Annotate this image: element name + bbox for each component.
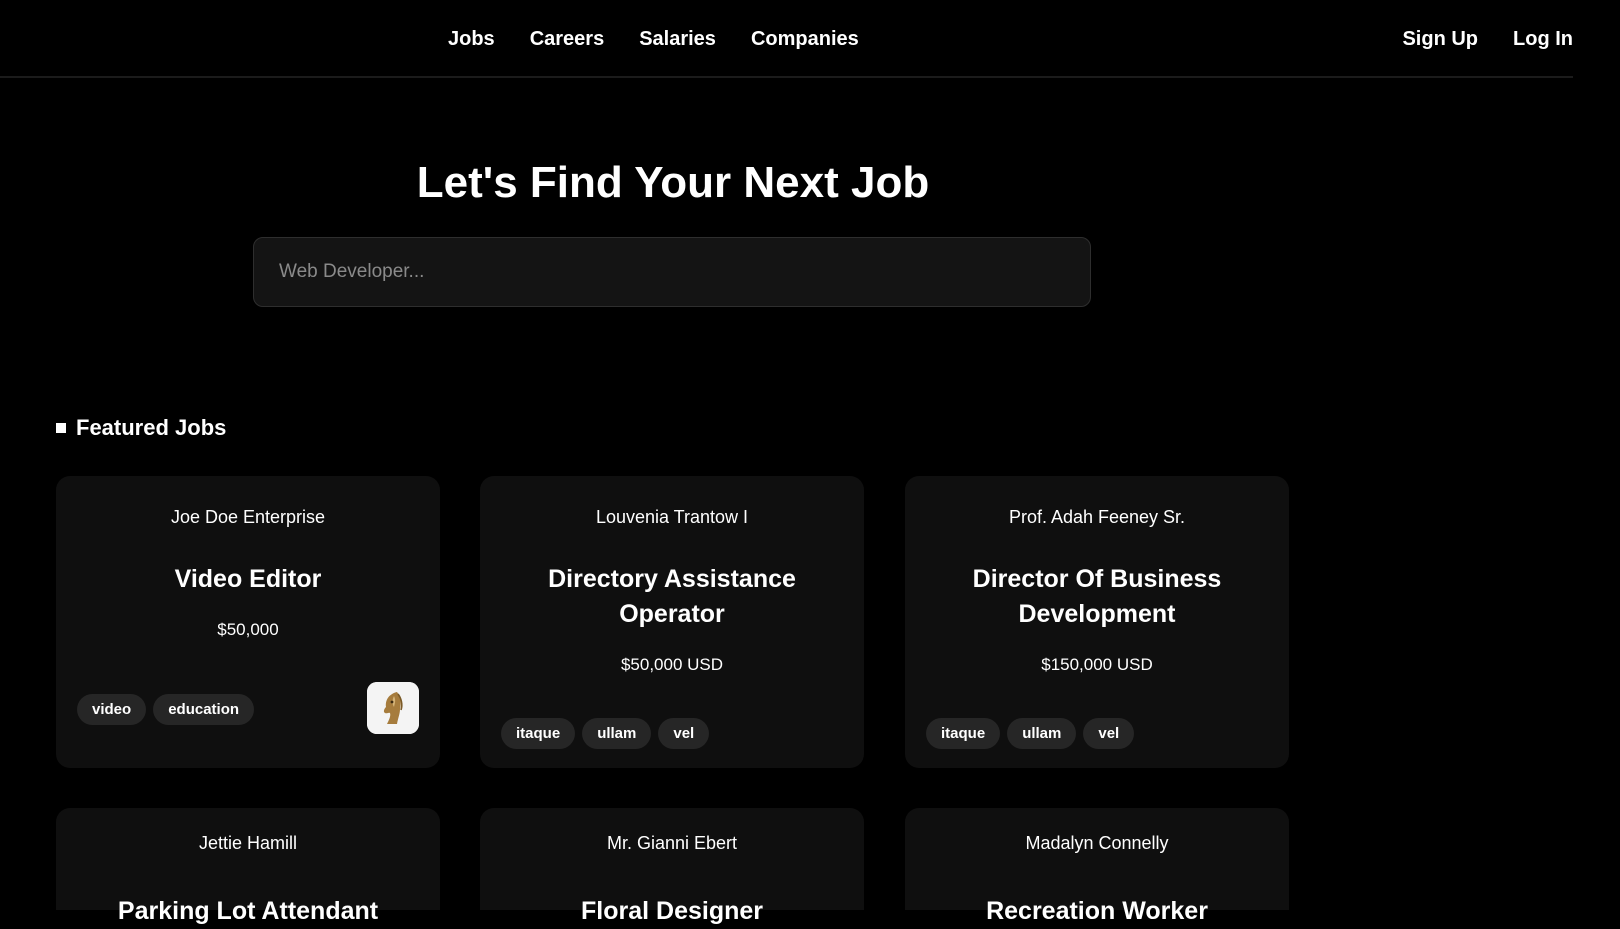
job-card[interactable]: Jettie Hamill Parking Lot Attendant [56, 808, 440, 925]
job-company: Prof. Adah Feeney Sr. [1008, 507, 1186, 527]
job-tag[interactable]: vel [1083, 718, 1135, 749]
job-title: Recreation Worker [986, 897, 1208, 925]
job-tags: itaque ullam vel [926, 718, 1135, 749]
job-tag[interactable]: itaque [501, 718, 576, 749]
job-tag[interactable]: itaque [926, 718, 1001, 749]
square-bullet-icon [56, 423, 66, 433]
main-nav: Jobs Careers Salaries Companies [448, 26, 859, 52]
featured-jobs-label: Featured Jobs [76, 415, 227, 440]
job-card[interactable]: Mr. Gianni Ebert Floral Designer [480, 808, 864, 925]
top-navigation: Jobs Careers Salaries Companies Sign Up … [0, 0, 1573, 78]
company-logo [367, 682, 419, 734]
job-tag[interactable]: vel [658, 718, 710, 749]
nav-link-careers[interactable]: Careers [530, 26, 605, 52]
job-tag[interactable]: video [77, 694, 147, 725]
job-company: Mr. Gianni Ebert [606, 833, 738, 853]
auth-nav: Sign Up Log In [1402, 26, 1573, 52]
job-title: Parking Lot Attendant [117, 897, 379, 925]
hero-title: Let's Find Your Next Job [416, 158, 930, 207]
job-tags: itaque ullam vel [501, 718, 710, 749]
nav-link-salaries[interactable]: Salaries [639, 26, 716, 52]
job-salary: $50,000 USD [620, 655, 724, 674]
job-card[interactable]: Joe Doe Enterprise Video Editor $50,000 … [56, 476, 440, 768]
job-title: Video Editor [174, 565, 322, 593]
horse-head-logo-icon [367, 682, 419, 734]
job-card[interactable]: Prof. Adah Feeney Sr. Director Of Busine… [905, 476, 1289, 768]
job-tag[interactable]: education [153, 694, 255, 725]
job-card[interactable]: Madalyn Connelly Recreation Worker [905, 808, 1289, 925]
job-tags: video education [77, 694, 255, 725]
nav-link-jobs[interactable]: Jobs [448, 26, 495, 52]
job-company: Madalyn Connelly [1025, 833, 1169, 853]
job-search-input[interactable] [254, 238, 1090, 306]
job-title: Directory Assistance Operator [548, 565, 796, 628]
nav-link-companies[interactable]: Companies [751, 26, 859, 52]
featured-jobs-heading: Featured Jobs [56, 414, 226, 442]
sign-up-link[interactable]: Sign Up [1402, 26, 1478, 52]
job-salary: $50,000 [217, 620, 279, 639]
job-search-box [253, 237, 1091, 307]
job-title: Director Of Business Development [972, 565, 1222, 628]
job-tag[interactable]: ullam [582, 718, 652, 749]
job-tag[interactable]: ullam [1007, 718, 1077, 749]
job-salary: $150,000 USD [1041, 655, 1153, 674]
job-card[interactable]: Louvenia Trantow I Directory Assistance … [480, 476, 864, 768]
job-title: Floral Designer [581, 897, 763, 925]
job-company: Joe Doe Enterprise [170, 507, 326, 527]
log-in-link[interactable]: Log In [1513, 26, 1573, 52]
job-company: Jettie Hamill [198, 833, 298, 853]
job-company: Louvenia Trantow I [595, 507, 749, 527]
